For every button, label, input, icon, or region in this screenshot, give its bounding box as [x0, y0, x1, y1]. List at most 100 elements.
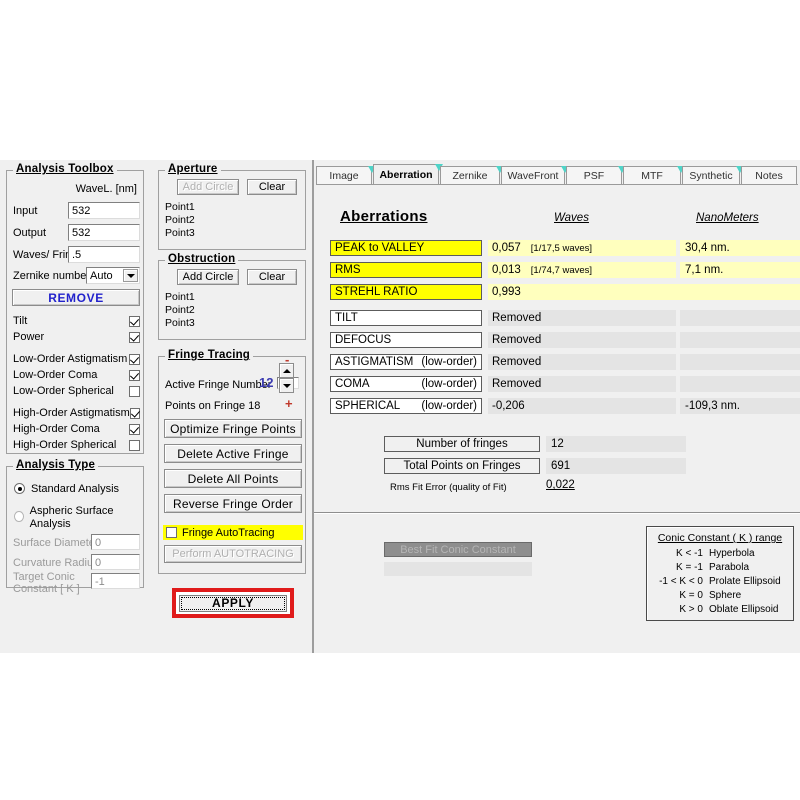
- spinner-down-icon[interactable]: [279, 378, 294, 393]
- checkbox-low-order-astigmatism[interactable]: [129, 354, 140, 365]
- tab-notes[interactable]: Notes: [741, 166, 797, 185]
- radio-aspheric-surface-analysis[interactable]: [14, 511, 24, 522]
- table-row: STREHL RATIO 0,993: [330, 284, 784, 300]
- checkbox-high-order-astigmatism[interactable]: [130, 408, 140, 419]
- tab-label: MTF: [641, 170, 663, 182]
- curvature-radius-field[interactable]: 0: [91, 554, 140, 570]
- tab-zernike[interactable]: Zernike: [440, 166, 500, 185]
- aberration-nanometers: -109,3 nm.: [680, 398, 800, 414]
- waves-per-fringe-field[interactable]: .5: [68, 246, 140, 263]
- conic-shape-name: Sphere: [709, 589, 741, 603]
- zernike-number-select[interactable]: Auto: [86, 267, 140, 284]
- table-row: RMS 0,013 [1/74,7 waves] 7,1 nm.: [330, 262, 784, 278]
- checkbox-row-high-order-coma[interactable]: High-Order Coma: [13, 423, 140, 435]
- tab-image[interactable]: Image: [316, 166, 372, 185]
- aberration-waves-value: Removed: [492, 356, 541, 368]
- surface-diameter-field[interactable]: 0: [91, 534, 140, 550]
- obstruction-group: Obstruction Add Circle Clear Point1 Poin…: [158, 260, 306, 340]
- output-field[interactable]: 532: [68, 224, 140, 241]
- radio-row-standard-analysis[interactable]: Standard Analysis: [14, 483, 119, 495]
- checkbox-row-high-order-astigmatism[interactable]: High-Order Astigmatism: [13, 407, 140, 419]
- conic-row-hyperbola: K < -1 Hyperbola: [647, 547, 793, 561]
- apply-button[interactable]: APPLY: [179, 595, 287, 612]
- optimize-fringe-points-button[interactable]: Optimize Fringe Points: [164, 419, 302, 438]
- aperture-legend: Aperture: [165, 163, 221, 175]
- input-field[interactable]: 532: [68, 202, 140, 219]
- tab-mtf[interactable]: MTF: [623, 166, 681, 185]
- aberration-name-text: DEFOCUS: [335, 334, 391, 346]
- checkbox-fringe-autotracing[interactable]: [166, 527, 177, 538]
- tab-label: PSF: [584, 170, 604, 182]
- obstruction-add-circle-button[interactable]: Add Circle: [177, 269, 239, 285]
- obstruction-point-list: Point1 Point2 Point3: [165, 291, 195, 330]
- app-screenshot: Analysis Toolbox WaveL. [nm] Input 532 O…: [0, 0, 800, 800]
- checkbox-row-low-order-astigmatism[interactable]: Low-Order Astigmatism: [13, 353, 140, 365]
- table-row: TILT Removed: [330, 310, 784, 326]
- rms-fit-error-label: Rms Fit Error (quality of Fit): [390, 482, 507, 493]
- checkbox-row-low-order-spherical[interactable]: Low-Order Spherical: [13, 385, 140, 397]
- remove-button[interactable]: REMOVE: [12, 289, 140, 306]
- tab-wavefront[interactable]: WaveFront: [501, 166, 565, 185]
- tab-aberration[interactable]: Aberration: [373, 164, 439, 185]
- radio-standard-analysis[interactable]: [14, 483, 25, 494]
- aberration-name-sub: (low-order): [421, 400, 477, 412]
- analysis-toolbox-legend: Analysis Toolbox: [13, 163, 117, 175]
- aberration-waves-value: 0,993: [492, 286, 521, 298]
- aberration-waves: Removed: [488, 310, 676, 326]
- best-fit-conic-constant-button[interactable]: Best Fit Conic Constant: [384, 542, 532, 557]
- checkbox-label-tilt: Tilt: [13, 315, 27, 327]
- checkbox-label-low-order-spherical: Low-Order Spherical: [13, 385, 114, 397]
- conic-row-oblate-ellipsoid: K > 0 Oblate Ellipsoid: [647, 603, 793, 617]
- reverse-fringe-order-button[interactable]: Reverse Fringe Order: [164, 494, 302, 513]
- conic-row-parabola: K = -1 Parabola: [647, 561, 793, 575]
- fringe-increment-icon[interactable]: +: [285, 397, 293, 410]
- checkbox-power[interactable]: [129, 332, 140, 343]
- aberration-name-sub: (low-order): [421, 356, 477, 368]
- output-label: Output: [13, 227, 46, 239]
- aperture-add-circle-button[interactable]: Add Circle: [177, 179, 239, 195]
- checkbox-row-tilt[interactable]: Tilt: [13, 315, 140, 327]
- aberration-name: STREHL RATIO: [330, 284, 482, 300]
- checkbox-row-high-order-spherical[interactable]: High-Order Spherical: [13, 439, 140, 451]
- perform-autotracing-button[interactable]: Perform AUTOTRACING: [164, 545, 302, 563]
- radio-row-aspheric-surface-analysis[interactable]: Aspheric Surface Analysis: [14, 505, 138, 531]
- chevron-down-icon[interactable]: [123, 269, 138, 282]
- column-header-waves: Waves: [554, 212, 589, 224]
- checkbox-tilt[interactable]: [129, 316, 140, 327]
- aberration-panel: Aberrations Waves NanoMeters PEAK to VAL…: [314, 186, 800, 512]
- active-fringe-spinner[interactable]: [279, 363, 294, 393]
- number-of-fringes-value: 12: [546, 436, 686, 452]
- target-conic-constant-field[interactable]: -1: [91, 573, 140, 589]
- conic-constant-legend-box: Conic Constant ( K ) range K < -1 Hyperb…: [646, 526, 794, 621]
- checkbox-high-order-coma[interactable]: [129, 424, 140, 435]
- aberration-nanometers: [680, 310, 800, 326]
- aberration-name-text: PEAK to VALLEY: [335, 242, 424, 254]
- aberration-waves: Removed: [488, 354, 676, 370]
- checkbox-high-order-spherical[interactable]: [129, 440, 140, 451]
- conic-shape-name: Oblate Ellipsoid: [709, 603, 778, 617]
- analysis-toolbox-group: Analysis Toolbox WaveL. [nm] Input 532 O…: [6, 170, 144, 454]
- obstruction-clear-button[interactable]: Clear: [247, 269, 297, 285]
- checkbox-low-order-spherical[interactable]: [129, 386, 140, 397]
- tab-psf[interactable]: PSF: [566, 166, 622, 185]
- conic-shape-name: Parabola: [709, 561, 749, 575]
- delete-all-points-button[interactable]: Delete All Points: [164, 469, 302, 488]
- aberration-name: SPHERICAL (low-order): [330, 398, 482, 414]
- conic-shape-name: Prolate Ellipsoid: [709, 575, 781, 589]
- checkbox-low-order-coma[interactable]: [129, 370, 140, 381]
- checkbox-row-power[interactable]: Power: [13, 331, 140, 343]
- aperture-clear-button[interactable]: Clear: [247, 179, 297, 195]
- spinner-up-icon[interactable]: [279, 363, 294, 378]
- fringe-autotracing-row[interactable]: Fringe AutoTracing: [163, 525, 303, 540]
- conic-row-sphere: K = 0 Sphere: [647, 589, 793, 603]
- curvature-radius-label: Curvature Radius: [13, 557, 99, 569]
- tab-synthetic[interactable]: Synthetic: [682, 166, 740, 185]
- checkbox-row-low-order-coma[interactable]: Low-Order Coma: [13, 369, 140, 381]
- delete-active-fringe-button[interactable]: Delete Active Fringe: [164, 444, 302, 463]
- aberration-waves: -0,206: [488, 398, 676, 414]
- aberration-name-sub: (low-order): [421, 378, 477, 390]
- conic-constant-title: Conic Constant ( K ) range: [647, 532, 793, 544]
- checkbox-label-power: Power: [13, 331, 44, 343]
- number-of-fringes-label: Number of fringes: [384, 436, 540, 452]
- table-row: SPHERICAL (low-order) -0,206 -109,3 nm.: [330, 398, 784, 414]
